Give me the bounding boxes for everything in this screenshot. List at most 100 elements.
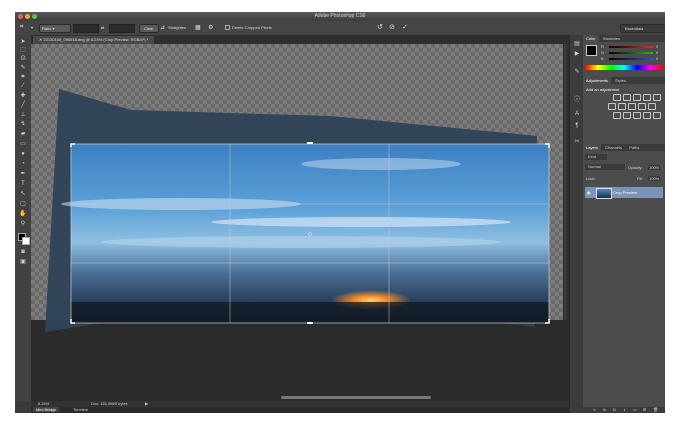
opacity-field[interactable]: 100% <box>648 165 661 170</box>
lasso-tool-icon[interactable]: ᘏ <box>19 56 27 62</box>
brush-tool-icon[interactable]: ╱ <box>19 102 27 108</box>
mask-icon[interactable]: ◘ <box>613 407 615 412</box>
reset-icon[interactable]: ↺ <box>377 23 383 31</box>
crop-tool-icon[interactable]: ⌗ <box>19 74 27 80</box>
posterize-icon[interactable] <box>623 112 631 119</box>
brightness-contrast-icon[interactable] <box>613 94 621 101</box>
pen-tool-icon[interactable]: ✒ <box>19 171 27 177</box>
tab-adjustments[interactable]: Adjustments <box>583 77 612 84</box>
doc-size-info[interactable]: Doc: 181.0M/0 bytes <box>91 401 128 406</box>
blend-mode-select[interactable]: Normal <box>585 164 625 170</box>
document-tab[interactable]: ✕ 20130108_095518.dng @ 8.24% (Crop Prev… <box>33 36 155 44</box>
tab-color[interactable]: Color <box>583 35 599 42</box>
gradient-tool-icon[interactable]: ▭ <box>19 141 27 147</box>
gear-icon[interactable]: ⚙ <box>208 24 213 31</box>
move-tool-icon[interactable]: ➤ <box>19 39 27 45</box>
commit-check-icon[interactable]: ✓ <box>402 23 408 31</box>
eraser-tool-icon[interactable]: ▰ <box>19 131 27 137</box>
cancel-icon[interactable]: ⊘ <box>389 23 395 31</box>
tab-timeline[interactable]: Timeline <box>73 407 88 412</box>
history-panel-icon[interactable]: ▤ <box>573 41 581 47</box>
exposure-icon[interactable] <box>643 94 651 101</box>
screen-mode-icon[interactable]: ▣ <box>19 259 27 265</box>
type-tool-icon[interactable]: T <box>19 181 27 187</box>
info-panel-icon[interactable]: ⓘ <box>573 97 581 103</box>
slider-value[interactable]: 0 <box>656 56 658 61</box>
workspace-select[interactable]: Essentials <box>620 24 665 33</box>
tab-mini-bridge[interactable]: Mini Bridge <box>33 407 60 412</box>
status-menu-icon[interactable]: ▶ <box>145 401 148 406</box>
layer-row-crop-preview[interactable]: ◉ Crop Preview <box>585 187 663 199</box>
tools-panel-icon[interactable]: ✂ <box>573 139 581 145</box>
paragraph-panel-icon[interactable]: ¶ <box>573 123 581 129</box>
black-white-icon[interactable] <box>628 103 636 110</box>
straighten-icon[interactable]: ⊿ <box>160 24 165 31</box>
tab-channels[interactable]: Channels <box>602 144 625 151</box>
clone-stamp-icon[interactable]: ⊥ <box>19 112 27 118</box>
fill-field[interactable]: 100% <box>648 176 661 181</box>
curves-icon[interactable] <box>633 94 641 101</box>
tab-paths[interactable]: Paths <box>626 144 642 151</box>
overlay-grid-icon[interactable]: ▦ <box>195 24 201 31</box>
new-layer-icon[interactable]: ⊞ <box>643 407 646 412</box>
canvas-area[interactable] <box>31 44 569 401</box>
eyedropper-tool-icon[interactable]: ⁄ <box>19 83 27 89</box>
selective-color-icon[interactable] <box>653 112 661 119</box>
horizontal-scrollbar[interactable] <box>281 396 431 399</box>
height-field[interactable] <box>109 24 135 33</box>
hue-saturation-icon[interactable] <box>608 103 616 110</box>
crop-preview-image[interactable] <box>31 44 569 401</box>
group-icon[interactable]: ▭ <box>633 407 637 412</box>
crop-tool-icon[interactable]: ⌗ <box>20 24 23 31</box>
quick-select-tool-icon[interactable]: ✎ <box>19 65 27 71</box>
actions-panel-icon[interactable]: ▶ <box>573 51 581 57</box>
brush-panel-icon[interactable]: ✎ <box>573 69 581 75</box>
levels-icon[interactable] <box>623 94 631 101</box>
clear-button[interactable]: Clear <box>139 24 159 33</box>
tab-swatches[interactable]: Swatches <box>600 35 623 42</box>
history-brush-icon[interactable]: ↯ <box>19 121 27 127</box>
chevron-down-icon[interactable]: ▾ <box>31 25 33 30</box>
eye-icon[interactable]: ◉ <box>587 190 591 195</box>
background-color-swatch[interactable] <box>22 237 30 245</box>
character-panel-icon[interactable]: A <box>573 111 581 117</box>
marquee-tool-icon[interactable]: ⬚ <box>19 47 27 53</box>
tab-styles[interactable]: Styles <box>612 77 629 84</box>
gradient-map-icon[interactable] <box>643 112 651 119</box>
vertical-scrollbar[interactable] <box>564 44 567 320</box>
trash-icon[interactable]: 🗑 <box>653 407 658 412</box>
delete-cropped-checkbox[interactable] <box>225 25 230 30</box>
blur-tool-icon[interactable]: ● <box>19 151 27 157</box>
tab-layers[interactable]: Layers <box>583 144 602 151</box>
quick-mask-icon[interactable]: ◙ <box>19 249 27 255</box>
channel-mixer-icon[interactable] <box>648 103 656 110</box>
swap-icon[interactable]: ⇄ <box>101 25 104 30</box>
width-field[interactable] <box>73 24 99 33</box>
new-adjustment-icon[interactable]: ◑ <box>623 407 625 412</box>
slider-track <box>609 58 653 60</box>
shape-tool-icon[interactable]: ▢ <box>19 201 27 207</box>
layer-name[interactable]: Crop Preview <box>613 190 637 195</box>
vibrance-icon[interactable] <box>653 94 661 101</box>
right-panels: Color Swatches R 0 G 0 B 0 Adjustments S… <box>583 35 665 413</box>
ratio-select[interactable]: Ratio ▾ <box>39 24 71 33</box>
slider-value[interactable]: 0 <box>656 50 658 55</box>
zoom-level[interactable]: 8.24% <box>38 401 49 406</box>
fx-icon[interactable]: fx <box>603 407 606 412</box>
zoom-tool-icon[interactable]: ⚲ <box>19 221 27 227</box>
document-tab-label: 20130108_095518.dng @ 8.24% (Crop Previe… <box>43 37 149 42</box>
layer-kind-filter[interactable]: Kind <box>585 154 607 160</box>
fg-bg-color-swatches[interactable] <box>586 45 597 56</box>
layer-thumbnail <box>596 188 612 199</box>
dodge-tool-icon[interactable]: ◔ <box>19 161 27 167</box>
invert-icon[interactable] <box>613 112 621 119</box>
link-icon[interactable]: ∞ <box>593 407 596 412</box>
threshold-icon[interactable] <box>633 112 641 119</box>
hand-tool-icon[interactable]: ✋ <box>19 211 27 217</box>
photo-filter-icon[interactable] <box>638 103 646 110</box>
color-balance-icon[interactable] <box>618 103 626 110</box>
healing-brush-icon[interactable]: ✚ <box>19 93 27 99</box>
path-select-icon[interactable]: ↖ <box>19 191 27 197</box>
slider-value[interactable]: 0 <box>656 44 658 49</box>
color-spectrum[interactable] <box>585 65 663 70</box>
